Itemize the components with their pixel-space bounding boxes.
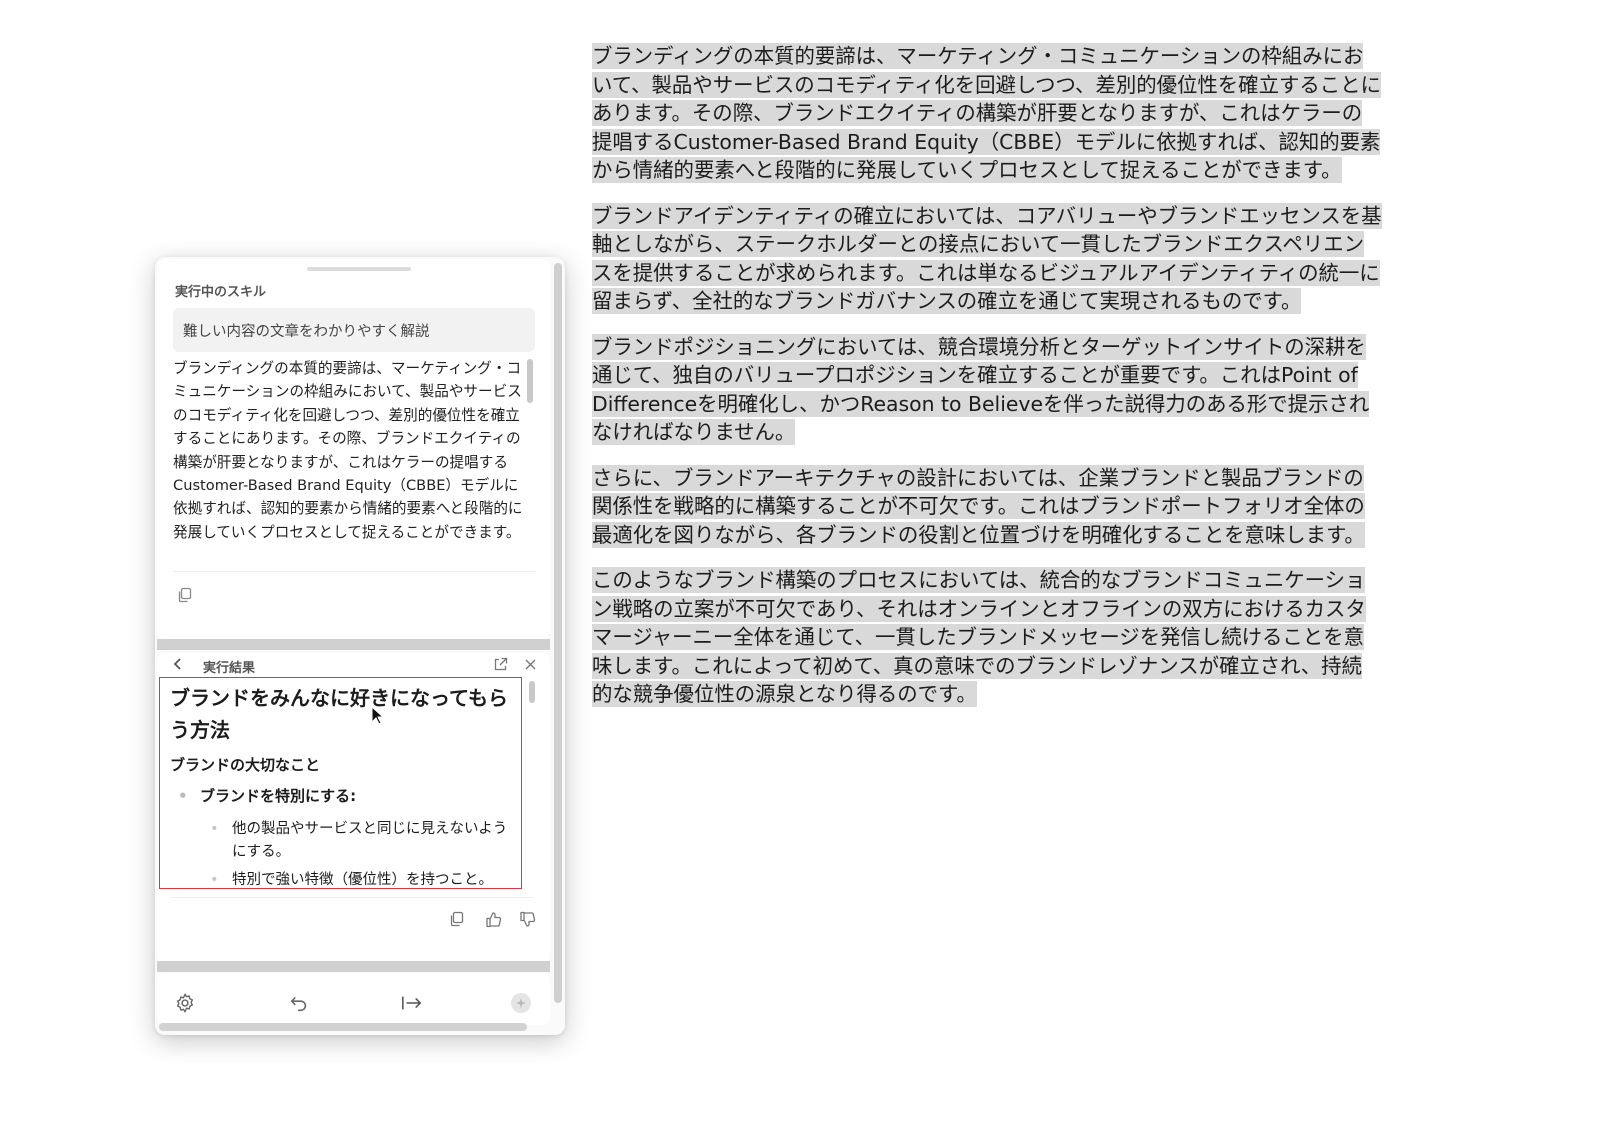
result-title: ブランドをみんなに好きになってもらう方法 (170, 686, 508, 742)
arrow-right-to-line-icon[interactable] (399, 991, 425, 1015)
mouse-cursor-icon (371, 706, 385, 725)
thumbs-down-icon[interactable] (517, 909, 537, 929)
copy-icon[interactable] (175, 585, 195, 605)
list-item: 特別で強い特徴（優位性）を持つこと。 (170, 869, 511, 888)
close-icon[interactable] (521, 655, 539, 673)
result-list: ブランドを特別にする: 他の製品やサービスと同じに見えないようにする。 特別で強… (170, 785, 511, 888)
sparkle-icon[interactable] (511, 993, 531, 1013)
gear-icon[interactable] (173, 991, 197, 1015)
external-link-icon[interactable] (491, 655, 509, 673)
chevron-left-icon[interactable] (169, 655, 187, 673)
list-item: ブランドを特別にする: (170, 785, 511, 808)
drag-handle[interactable] (307, 267, 411, 271)
result-content[interactable]: ブランドをみんなに好きになってもらう方法 ブランドの大切なこと ブランドを特別に… (159, 677, 522, 889)
assistant-panel: 実行中のスキル 難しい内容の文章をわかりやすく解説 ブランディングの本質的要諦は… (155, 257, 565, 1035)
panel-vertical-scrollbar[interactable] (554, 263, 562, 1003)
document-paragraph-1: ブランディングの本質的要諦は、マーケティング・コミュニケーションの枠組みにおいて… (592, 43, 1381, 183)
running-skill-label: 実行中のスキル (175, 285, 267, 300)
document-text: ブランディングの本質的要諦は、マーケティング・コミュニケーションの枠組みにおいて… (592, 42, 1382, 726)
skill-input-scrollbar[interactable] (527, 359, 533, 403)
document-paragraph-2: ブランドアイデンティティの確立においては、コアバリューやブランドエッセンスを基軸… (592, 202, 1382, 314)
section-divider (157, 961, 550, 972)
copy-icon[interactable] (447, 909, 467, 929)
panel-toolbar (157, 973, 550, 1025)
panel-horizontal-scrollbar[interactable] (159, 1023, 527, 1031)
skill-input-text[interactable]: ブランディングの本質的要諦は、マーケティング・コミュニケーションの枠組みにおいて… (173, 357, 523, 567)
running-skill-card: 実行中のスキル 難しい内容の文章をわかりやすく解説 ブランディングの本質的要諦は… (157, 259, 550, 639)
divider (173, 571, 535, 572)
undo-icon[interactable] (287, 991, 311, 1015)
list-item: 他の製品やサービスと同じに見えないようにする。 (170, 818, 511, 864)
result-section-label: 実行結果 (203, 661, 256, 676)
section-divider (157, 639, 550, 650)
skill-name-field[interactable]: 難しい内容の文章をわかりやすく解説 (173, 308, 535, 352)
divider (171, 897, 533, 898)
document-paragraph-4: さらに、ブランドアーキテクチャの設計においては、企業ブランドと製品ブランドの関係… (592, 464, 1365, 548)
result-heading: ブランドの大切なこと (170, 756, 321, 774)
thumbs-up-icon[interactable] (483, 909, 503, 929)
document-paragraph-3: ブランドポジショニングにおいては、競合環境分析とターゲットインサイトの深耕を通じ… (592, 333, 1370, 445)
document-paragraph-5: このようなブランド構築のプロセスにおいては、統合的なブランドコミュニケーション戦… (592, 567, 1366, 707)
result-scrollbar[interactable] (529, 681, 535, 703)
